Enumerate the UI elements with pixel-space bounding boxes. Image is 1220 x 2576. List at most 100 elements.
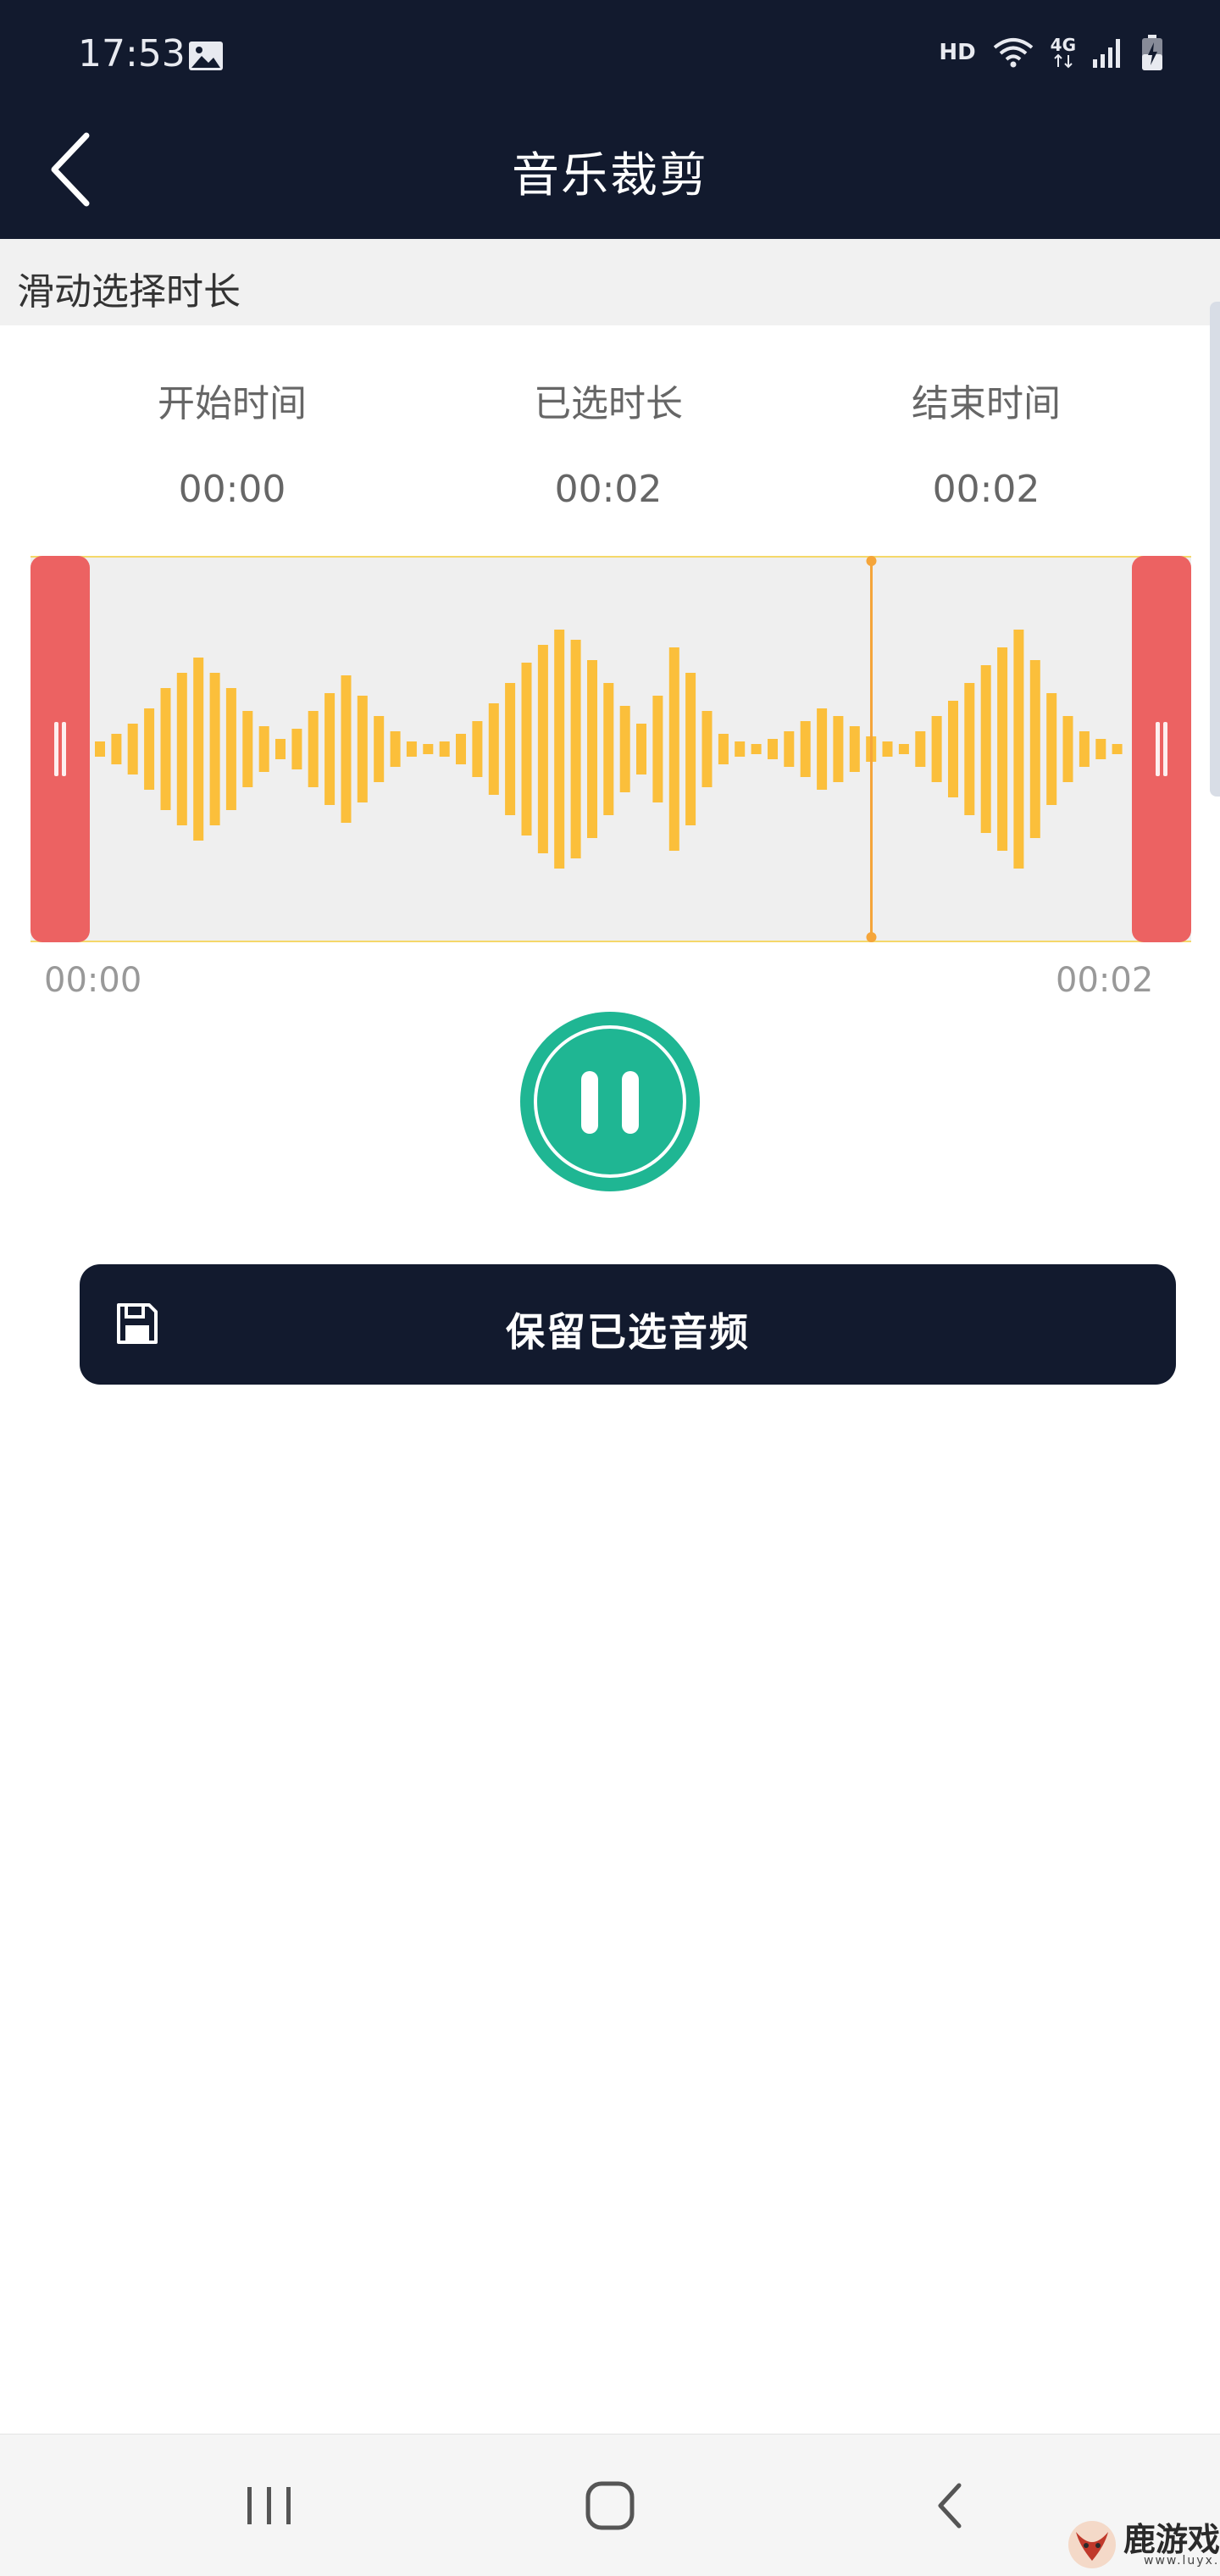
pause-icon — [581, 1071, 598, 1134]
keep-selected-audio-button[interactable]: 保留已选音频 — [80, 1264, 1176, 1385]
waveform-bar — [209, 673, 220, 825]
system-nav-bar — [0, 2434, 1220, 2576]
waveform-bar — [849, 726, 860, 772]
waveform-bar — [817, 708, 828, 790]
waveform-bar — [570, 640, 581, 858]
pause-ring — [534, 1025, 686, 1178]
recents-icon — [247, 2487, 291, 2524]
waveform-bar — [423, 744, 434, 754]
waveform-bar — [964, 683, 975, 815]
home-icon — [585, 2481, 635, 2530]
waveform-bar — [668, 647, 679, 851]
selected-duration-block: 已选时长 00:02 — [481, 373, 735, 511]
end-trim-handle[interactable] — [1132, 556, 1191, 942]
waveform-bar — [291, 729, 302, 769]
waveform-bar — [439, 741, 450, 757]
app-header: 17:53 HD 4G 音乐裁剪 — [0, 0, 1220, 239]
waveform-bar — [1062, 716, 1073, 782]
selected-duration-label: 已选时长 — [534, 382, 683, 425]
waveform-bar — [406, 741, 417, 757]
start-time-value: 00:00 — [178, 468, 286, 511]
waveform-bar — [341, 675, 352, 823]
pause-button[interactable] — [520, 1012, 700, 1191]
grip-icon — [53, 722, 68, 776]
waveform-bar — [1095, 739, 1106, 759]
keep-selected-audio-label: 保留已选音频 — [506, 1309, 750, 1355]
watermark-name: 鹿游戏 — [1123, 2521, 1220, 2558]
waveform-bar — [242, 711, 253, 787]
waveform-bar — [915, 731, 926, 767]
status-time: 17:53 — [78, 32, 186, 75]
waveform-bar — [324, 693, 336, 805]
watermark-url: www.luyx.cn — [1144, 2554, 1220, 2568]
waveform-bar — [390, 731, 401, 767]
waveform-bar — [898, 744, 909, 754]
waveform-bar — [1079, 731, 1090, 767]
waveform-bar — [948, 701, 958, 797]
waveform-bar — [1046, 693, 1057, 805]
waveform-bar — [95, 741, 105, 757]
waveform-bar — [488, 703, 499, 795]
image-icon — [189, 42, 223, 70]
waveform-bar — [652, 696, 663, 802]
waveform-bar — [980, 665, 991, 833]
hint-text: 滑动选择时长 — [17, 270, 241, 314]
waveform-bar — [784, 731, 795, 767]
waveform-bar — [144, 708, 155, 790]
grip-icon — [1154, 722, 1169, 776]
selected-duration-value: 00:02 — [554, 468, 663, 511]
waveform-bar — [521, 663, 532, 836]
waveform-bar — [1029, 660, 1040, 838]
waveform-bar — [472, 721, 483, 777]
waveform-bar — [193, 658, 204, 841]
screen: 17:53 HD 4G 音乐裁剪 滑动选择时长 开始时间 00:00 已选时长 … — [0, 0, 1220, 2576]
signal-icon — [1093, 39, 1120, 68]
hd-indicator: HD — [939, 40, 976, 65]
deer-logo — [1068, 2521, 1116, 2568]
waveform-bar — [882, 741, 893, 757]
home-button[interactable] — [525, 2434, 695, 2576]
pause-icon-bar — [622, 1071, 639, 1134]
waveform-bar — [160, 688, 171, 810]
page-title: 音乐裁剪 — [512, 148, 708, 203]
nav-back-button[interactable] — [866, 2434, 1035, 2576]
data-arrows-icon — [1054, 53, 1073, 69]
waveform-bar — [997, 647, 1008, 851]
waveform-bar — [176, 673, 187, 825]
battery-icon — [1142, 35, 1162, 70]
waveform-bar — [357, 696, 368, 802]
waveform-bar — [619, 706, 630, 792]
waveform-start-time: 00:00 — [44, 961, 142, 1000]
end-time-block: 结束时间 00:02 — [859, 373, 1113, 511]
recents-button[interactable] — [185, 2434, 354, 2576]
waveform-bar — [127, 724, 138, 774]
waveform — [95, 556, 1123, 942]
waveform-bar — [702, 711, 713, 787]
waveform-bar — [258, 726, 269, 772]
status-icons: HD 4G — [939, 34, 1164, 71]
playhead-dot — [866, 932, 877, 942]
start-trim-handle[interactable] — [30, 556, 90, 942]
watermark: 鹿游戏 www.luyx.cn — [1062, 2513, 1220, 2576]
waveform-bar — [554, 630, 565, 869]
waveform-bar — [537, 645, 548, 853]
waveform-bar — [505, 683, 516, 815]
waveform-bar — [374, 716, 385, 782]
waveform-bar — [111, 734, 122, 764]
waveform-bar — [751, 744, 762, 754]
back-icon — [938, 2483, 962, 2529]
waveform-bar — [800, 721, 811, 777]
waveform-bar — [768, 739, 778, 759]
waveform-selector[interactable] — [30, 556, 1191, 942]
waveform-bar — [1112, 744, 1123, 754]
start-time-label: 开始时间 — [158, 382, 307, 425]
waveform-bar — [718, 734, 729, 764]
waveform-bar — [225, 688, 236, 810]
waveform-end-time: 00:02 — [1056, 961, 1154, 1000]
network-indicator: 4G — [1051, 36, 1076, 69]
waveform-bar — [685, 673, 696, 825]
wifi-icon — [993, 38, 1033, 68]
waveform-bar — [587, 660, 597, 838]
scrollbar[interactable] — [1210, 302, 1220, 797]
end-time-label: 结束时间 — [912, 382, 1061, 425]
